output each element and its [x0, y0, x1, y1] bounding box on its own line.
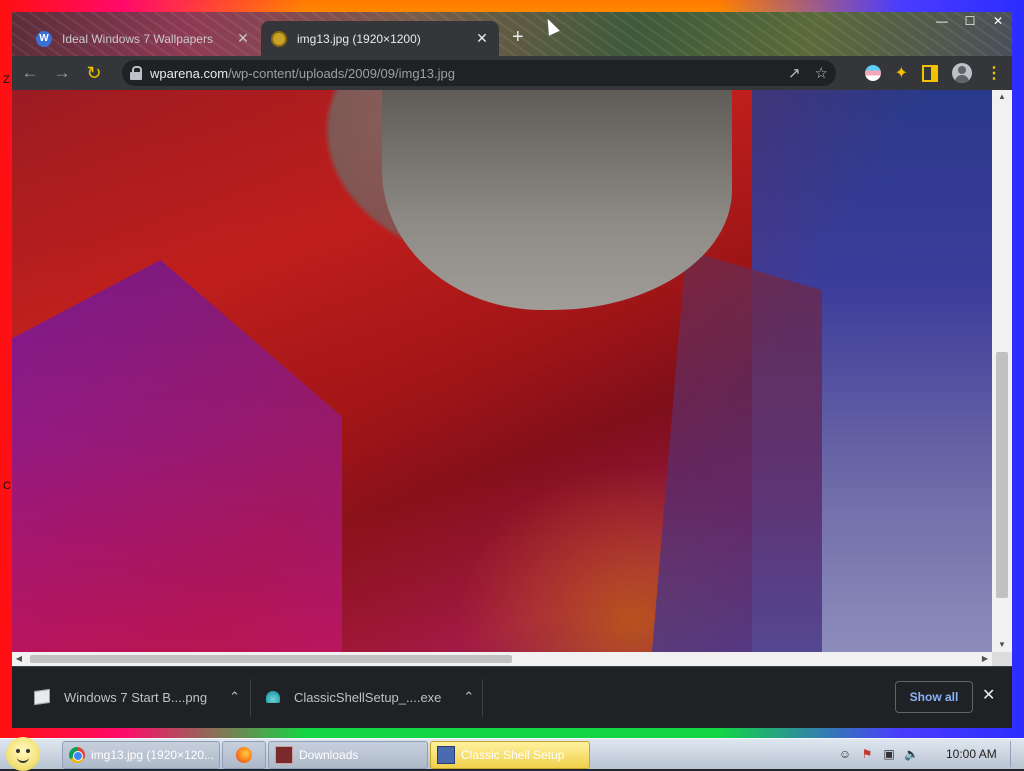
side-panel-icon[interactable] — [922, 64, 938, 82]
url-host: wparena.com — [150, 65, 229, 81]
tab-img13[interactable]: img13.jpg (1920×1200) ✕ — [261, 21, 499, 56]
puzzle-icon[interactable]: ✦ — [895, 63, 908, 83]
png-file-icon — [34, 688, 50, 706]
wordpress-icon: W — [36, 30, 52, 47]
back-icon[interactable]: ← — [16, 59, 44, 87]
start-button[interactable] — [6, 737, 40, 771]
system-tray: ☺ ⚑ ▣ 🔈 — [838, 739, 919, 769]
address-bar[interactable]: wparena.com/wp-content/uploads/2009/09/i… — [122, 60, 836, 86]
show-all-button[interactable]: Show all — [895, 681, 973, 713]
scroll-up-icon[interactable]: ▲ — [992, 90, 1012, 104]
extension-flag-icon[interactable] — [864, 65, 881, 81]
desktop-edge-letter: Z — [3, 74, 10, 86]
network-icon[interactable]: ▣ — [882, 747, 896, 761]
horizontal-scrollbar[interactable]: ◀ ▶ — [12, 652, 992, 666]
chrome-window: W Ideal Windows 7 Wallpapers ✕ img13.jpg… — [12, 12, 1012, 728]
taskbar-label: Downloads — [299, 748, 359, 762]
taskbar-button-classic-shell-setup[interactable]: Classic Shell Setup — [430, 741, 590, 769]
close-icon[interactable]: ✕ — [473, 30, 491, 47]
download-shelf: Windows 7 Start B....png ⌃ ClassicShellS… — [12, 666, 1012, 728]
menu-icon[interactable]: ⋮ — [986, 63, 1002, 83]
horizontal-scroll-thumb[interactable] — [30, 655, 512, 663]
tab-wallpapers[interactable]: W Ideal Windows 7 Wallpapers ✕ — [26, 21, 260, 56]
divider — [482, 679, 483, 717]
taskbar: img13.jpg (1920×120... Downloads Classic… — [0, 737, 1024, 771]
download-item[interactable]: Windows 7 Start B....png ⌃ — [34, 681, 264, 713]
smiley-icon[interactable]: ☺ — [838, 747, 852, 761]
download-filename: ClassicShellSetup_....exe — [294, 689, 442, 705]
download-filename: Windows 7 Start B....png — [64, 689, 208, 705]
show-desktop-button[interactable] — [1010, 741, 1023, 767]
download-item[interactable]: ClassicShellSetup_....exe ⌃ — [266, 681, 476, 713]
share-icon[interactable]: ↗ — [788, 64, 801, 82]
bookmark-star-icon[interactable]: ☆ — [815, 64, 828, 82]
close-icon[interactable]: ✕ — [234, 30, 252, 47]
taskbar-button-firefox[interactable] — [222, 741, 266, 769]
tab-title: Ideal Windows 7 Wallpapers — [62, 31, 213, 46]
minimize-button[interactable]: — — [928, 12, 956, 30]
image-viewer[interactable] — [12, 90, 992, 652]
firefox-icon — [236, 747, 252, 763]
maximize-button[interactable]: ☐ — [956, 12, 984, 30]
image-icon — [271, 30, 287, 47]
close-window-button[interactable]: ✕ — [984, 12, 1012, 30]
new-tab-button[interactable]: + — [512, 26, 524, 49]
scroll-right-icon[interactable]: ▶ — [978, 652, 992, 666]
taskbar-button-downloads[interactable]: Downloads — [268, 741, 428, 769]
vertical-scroll-thumb[interactable] — [996, 352, 1008, 598]
divider — [250, 679, 251, 717]
taskbar-label: Classic Shell Setup — [461, 748, 565, 762]
url-text[interactable]: wparena.com/wp-content/uploads/2009/09/i… — [150, 66, 455, 81]
action-center-flag-icon[interactable]: ⚑ — [860, 747, 874, 761]
chevron-up-icon[interactable]: ⌃ — [463, 689, 474, 705]
chevron-up-icon[interactable]: ⌃ — [229, 689, 240, 705]
classic-shell-icon — [266, 691, 280, 703]
vertical-scrollbar[interactable]: ▲ ▼ — [992, 90, 1012, 652]
forward-icon[interactable]: → — [48, 59, 76, 87]
window-controls: — ☐ ✕ — [928, 12, 1012, 30]
profile-icon[interactable] — [952, 63, 972, 83]
browser-toolbar: ← → ↻ wparena.com/wp-content/uploads/200… — [12, 56, 1012, 90]
volume-icon[interactable]: 🔈 — [904, 747, 919, 761]
downloads-folder-icon — [275, 746, 293, 764]
tab-title: img13.jpg (1920×1200) — [297, 31, 421, 46]
setup-icon — [437, 746, 455, 764]
taskbar-button-chrome[interactable]: img13.jpg (1920×120... — [62, 741, 220, 769]
close-icon[interactable]: ✕ — [982, 685, 995, 705]
lock-icon[interactable] — [130, 66, 142, 80]
chrome-icon — [69, 747, 85, 763]
taskbar-clock[interactable]: 10:00 AM — [946, 747, 997, 761]
url-path: /wp-content/uploads/2009/09/img13.jpg — [228, 65, 455, 81]
taskbar-label: img13.jpg (1920×120... — [91, 748, 215, 762]
scroll-corner — [992, 652, 1012, 666]
reload-icon[interactable]: ↻ — [80, 59, 108, 87]
scroll-left-icon[interactable]: ◀ — [12, 652, 26, 666]
desktop-edge-letter: C — [3, 480, 11, 492]
tab-strip: W Ideal Windows 7 Wallpapers ✕ img13.jpg… — [12, 12, 1012, 56]
scroll-down-icon[interactable]: ▼ — [992, 638, 1012, 652]
